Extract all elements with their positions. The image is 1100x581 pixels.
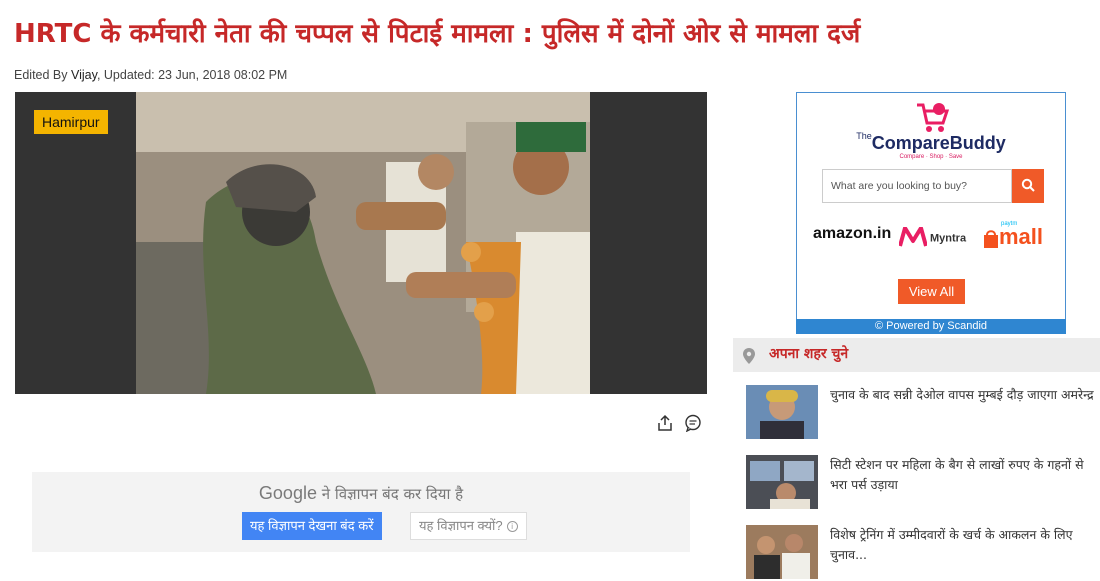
article-tools xyxy=(656,414,702,433)
news-item[interactable]: चुनाव के बाद सन्नी देओल वापस मुम्बई दौड़… xyxy=(746,385,1100,441)
compare-buddy-brand[interactable]: TheCompareBuddy xyxy=(797,131,1065,154)
news-item[interactable]: विशेष ट्रेनिंग में उम्मीदवारों के खर्च क… xyxy=(746,525,1100,581)
news-thumbnail[interactable] xyxy=(746,525,818,579)
ad-closed-text: ने विज्ञापन बंद कर दिया है xyxy=(316,485,464,503)
article-headline: HRTC के कर्मचारी नेता की चप्पल से पिटाई … xyxy=(14,19,861,49)
news-thumbnail[interactable] xyxy=(746,385,818,439)
city-tag[interactable]: Hamirpur xyxy=(34,110,108,134)
share-icon[interactable] xyxy=(656,414,674,432)
stop-seeing-ad-button[interactable]: यह विज्ञापन देखना बंद करें xyxy=(242,512,382,540)
article-byline: Edited By Vijay, Updated: 23 Jun, 2018 0… xyxy=(14,68,287,82)
info-icon: i xyxy=(506,521,518,533)
compare-buddy-tagline: Compare · Shop · Save xyxy=(899,154,963,160)
store-logos: amazon.in Myntra paytm mall xyxy=(813,221,1044,250)
article-image: Hamirpur xyxy=(15,92,707,394)
ad-closed-message: Google ने विज्ञापन बंद कर दिया है xyxy=(32,483,690,504)
byline-prefix: Edited By xyxy=(14,68,71,82)
search-icon xyxy=(1021,178,1035,192)
amazon-logo[interactable]: amazon.in xyxy=(813,225,891,243)
news-title[interactable]: चुनाव के बाद सन्नी देओल वापस मुम्बई दौड़… xyxy=(830,385,1096,405)
product-search-input[interactable] xyxy=(822,169,1012,203)
news-title[interactable]: सिटी स्टेशन पर महिला के बैग से लाखों रुप… xyxy=(830,455,1096,495)
news-thumbnail[interactable] xyxy=(746,455,818,509)
product-search-button[interactable] xyxy=(1012,169,1044,203)
news-item[interactable]: सिटी स्टेशन पर महिला के बैग से लाखों रुप… xyxy=(746,455,1100,511)
updated-timestamp: , Updated: 23 Jun, 2018 08:02 PM xyxy=(96,68,288,82)
why-this-ad-label: यह विज्ञापन क्यों? xyxy=(419,518,503,533)
author-name[interactable]: Vijay xyxy=(71,68,97,82)
news-title[interactable]: विशेष ट्रेनिंग में उम्मीदवारों के खर्च क… xyxy=(830,525,1096,565)
city-selector-label: अपना शहर चुने xyxy=(769,346,849,362)
why-this-ad-button[interactable]: यह विज्ञापन क्यों? i xyxy=(410,512,527,540)
shopping-bag-icon xyxy=(984,230,998,248)
myntra-m-icon xyxy=(898,226,928,250)
myntra-logo[interactable]: Myntra xyxy=(898,226,966,250)
comment-icon[interactable] xyxy=(684,414,702,433)
google-ad-closed: Google ने विज्ञापन बंद कर दिया है यह विज… xyxy=(32,472,690,552)
city-selector[interactable]: अपना शहर चुने xyxy=(733,338,1100,372)
compare-buddy-widget: TheCompareBuddy Compare · Shop · Save am… xyxy=(796,92,1066,334)
google-brand: Google xyxy=(258,483,317,503)
news-photo xyxy=(136,92,590,394)
powered-by-scandid[interactable]: © Powered by Scandid xyxy=(796,319,1066,334)
location-pin-icon xyxy=(742,347,756,369)
view-all-button[interactable]: View All xyxy=(898,279,965,304)
